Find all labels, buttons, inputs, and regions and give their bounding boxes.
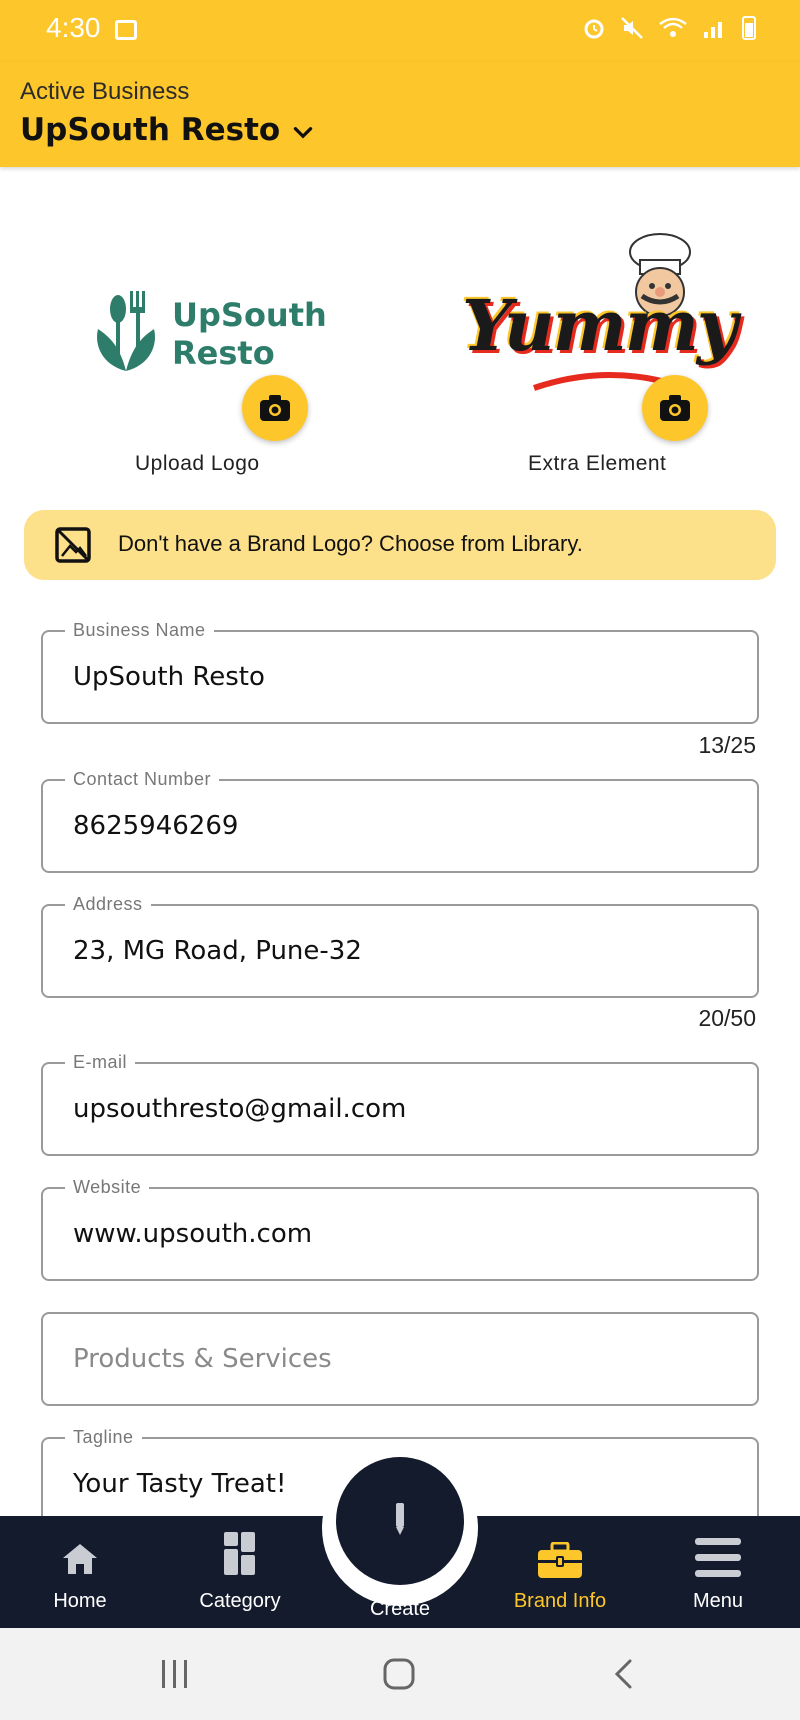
battery-icon	[742, 16, 756, 40]
signal-icon	[704, 22, 722, 38]
products-services-placeholder: Products & Services	[73, 1344, 332, 1374]
email-label: E-mail	[65, 1052, 136, 1073]
camera-icon	[260, 395, 290, 421]
address-counter: 20/50	[698, 1005, 756, 1031]
business-name-label: Business Name	[65, 620, 214, 641]
pencil-icon	[396, 1503, 404, 1535]
website-value: www.upsouth.com	[73, 1219, 313, 1249]
yummy-logo-text: Yummy	[462, 284, 738, 367]
extra-element-image[interactable]: Yummy	[462, 230, 738, 391]
camera-icon	[660, 395, 690, 421]
logo-library-text: Don't have a Brand Logo? Choose from Lib…	[118, 531, 583, 556]
alarm-icon	[584, 19, 604, 39]
nav-category-label: Category	[199, 1590, 281, 1612]
business-name-value: UpSouth Resto	[73, 662, 265, 692]
nav-home[interactable]: Home	[10, 1516, 150, 1628]
status-time: 4:30	[46, 12, 101, 43]
create-label: Create	[369, 1598, 431, 1620]
contact-number-label: Contact Number	[65, 769, 220, 790]
active-business-label: Active Business	[20, 78, 190, 105]
nav-home-label: Home	[53, 1590, 107, 1612]
business-selector[interactable]: UpSouth Resto	[20, 112, 280, 148]
create-button[interactable]	[336, 1457, 464, 1585]
hamburger-menu-icon	[695, 1538, 741, 1577]
recent-apps-icon[interactable]	[160, 1660, 190, 1688]
no-image-icon	[55, 527, 91, 563]
website-field[interactable]: Website www.upsouth.com	[41, 1177, 759, 1281]
contact-number-field[interactable]: Contact Number 8625946269	[41, 769, 759, 873]
products-services-field[interactable]: Products & Services	[41, 1312, 759, 1406]
logo-text-line2: Resto	[172, 334, 275, 372]
contact-number-value: 8625946269	[73, 811, 239, 841]
leaf-spoon-fork-logo-icon	[97, 291, 155, 371]
mute-icon	[621, 17, 643, 39]
app-header: Active Business UpSouth Resto	[0, 62, 800, 167]
business-name-field[interactable]: Business Name UpSouth Resto	[41, 620, 759, 724]
image-notification-icon	[115, 20, 137, 40]
nav-brand-info[interactable]: Brand Info	[490, 1516, 630, 1628]
upload-logo-caption: Upload Logo	[135, 452, 260, 475]
address-field[interactable]: Address 23, MG Road, Pune-32	[41, 894, 759, 998]
address-value: 23, MG Road, Pune-32	[73, 936, 362, 966]
upload-logo-camera-button[interactable]	[242, 375, 308, 441]
nav-menu[interactable]: Menu	[648, 1516, 788, 1628]
category-grid-icon	[224, 1532, 255, 1575]
website-label: Website	[65, 1177, 150, 1198]
logo-text-line1: UpSouth	[172, 296, 327, 334]
wifi-icon	[659, 17, 687, 37]
extra-element-caption: Extra Element	[528, 452, 667, 475]
home-button-icon[interactable]	[383, 1658, 415, 1690]
tagline-label: Tagline	[65, 1427, 142, 1448]
nav-menu-label: Menu	[692, 1590, 744, 1612]
home-icon	[63, 1544, 97, 1574]
nav-category[interactable]: Category	[170, 1516, 310, 1628]
back-icon[interactable]	[612, 1658, 634, 1690]
business-name-counter: 13/25	[698, 732, 756, 758]
email-value: upsouthresto@gmail.com	[73, 1094, 407, 1124]
status-icons	[582, 16, 756, 40]
nav-brand-info-label: Brand Info	[513, 1590, 607, 1612]
system-navigation-bar	[0, 1628, 800, 1720]
address-label: Address	[65, 894, 151, 915]
logo-library-banner[interactable]: Don't have a Brand Logo? Choose from Lib…	[24, 510, 776, 580]
briefcase-icon	[538, 1542, 582, 1578]
tagline-value: Your Tasty Treat!	[73, 1469, 287, 1499]
email-field[interactable]: E-mail upsouthresto@gmail.com	[41, 1052, 759, 1156]
chevron-down-icon[interactable]	[290, 120, 316, 146]
status-bar: 4:30	[0, 0, 800, 62]
extra-element-camera-button[interactable]	[642, 375, 708, 441]
brand-logo[interactable]: UpSouth Resto	[70, 230, 330, 390]
